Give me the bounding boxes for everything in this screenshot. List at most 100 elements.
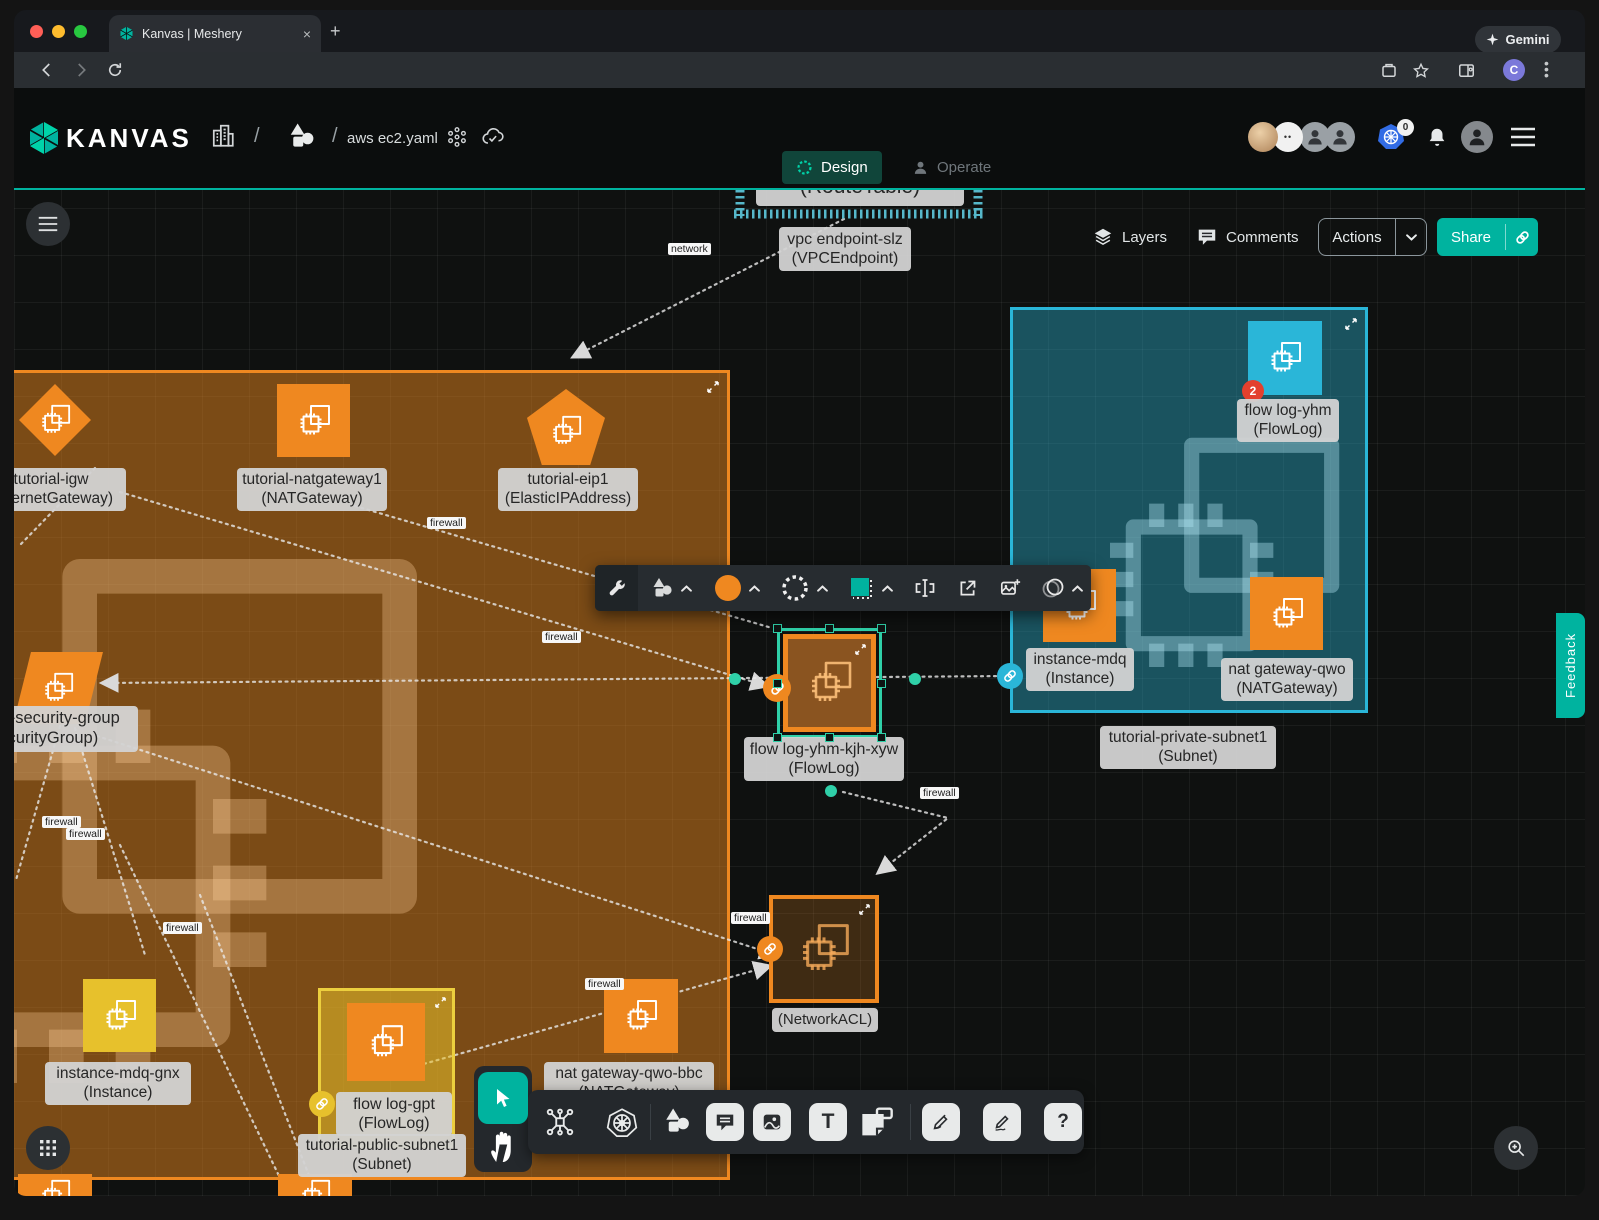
- node-instance-mdq-gnx[interactable]: [83, 979, 156, 1052]
- kubernetes-icon[interactable]: [606, 1107, 638, 1139]
- k8s-context-count-badge: 0: [1397, 119, 1414, 136]
- shapes-tool[interactable]: [662, 1106, 693, 1136]
- border-style-tool[interactable]: [771, 574, 838, 602]
- maximize-window-button[interactable]: [74, 25, 87, 38]
- container-style-tool[interactable]: [838, 575, 903, 601]
- profile-avatar[interactable]: C: [1503, 59, 1525, 81]
- mesh-sync-icon[interactable]: [545, 1107, 575, 1137]
- link-badge[interactable]: [997, 663, 1023, 689]
- gemini-button[interactable]: Gemini: [1475, 26, 1561, 53]
- actions-button[interactable]: Actions: [1318, 218, 1427, 256]
- selection-handle[interactable]: [825, 624, 834, 633]
- add-image-tool[interactable]: [989, 577, 1031, 599]
- node-network-acl[interactable]: [769, 895, 879, 1003]
- node-partial[interactable]: [278, 1174, 352, 1196]
- edge-label: firewall: [427, 517, 466, 529]
- pencil-tool[interactable]: [983, 1103, 1021, 1141]
- collapse-icon[interactable]: [435, 997, 446, 1008]
- collapse-icon[interactable]: [707, 381, 719, 393]
- bell-icon[interactable]: [1426, 125, 1448, 149]
- ripple-tool[interactable]: [1032, 576, 1091, 600]
- link-icon: [1514, 229, 1531, 246]
- feedback-tab[interactable]: Feedback: [1556, 613, 1585, 718]
- selection-handle[interactable]: [773, 733, 782, 742]
- chip-icon: [38, 403, 72, 437]
- node-nat-gateway-qwo[interactable]: [1250, 577, 1323, 650]
- selection-handle[interactable]: [877, 679, 886, 688]
- pan-tool[interactable]: [486, 1126, 518, 1171]
- operate-tab-label: Operate: [937, 159, 991, 176]
- open-in-new-tool[interactable]: [947, 578, 989, 599]
- apps-grid-button[interactable]: [26, 1126, 70, 1170]
- design-file-name[interactable]: aws ec2.yaml: [347, 130, 438, 147]
- bookmark-star-icon[interactable]: [1412, 62, 1430, 80]
- node-natgateway1[interactable]: [277, 384, 350, 457]
- side-panel-search-icon[interactable]: [1457, 62, 1476, 80]
- select-tool[interactable]: [478, 1072, 528, 1124]
- fill-color-tool[interactable]: [704, 575, 771, 601]
- comments-button[interactable]: Comments: [1196, 226, 1299, 248]
- collaborator-avatar[interactable]: [1300, 122, 1330, 152]
- wrench-icon: [607, 578, 627, 598]
- selection-handle[interactable]: [773, 624, 782, 633]
- shapes-icon[interactable]: [286, 121, 318, 151]
- shapes-tool[interactable]: [638, 576, 703, 600]
- tab-design[interactable]: Design: [782, 151, 882, 184]
- help-tool-glyph: ?: [1057, 1111, 1069, 1133]
- layers-button[interactable]: Layers: [1092, 226, 1167, 248]
- profile-button[interactable]: [1461, 121, 1493, 153]
- cloud-sync-icon[interactable]: [480, 126, 506, 148]
- design-canvas[interactable]: tutorial-igw(InternetGateway) tutorial-n…: [14, 190, 1585, 1196]
- link-badge[interactable]: [309, 1091, 335, 1117]
- selection-handle[interactable]: [877, 733, 886, 742]
- help-tool[interactable]: ?: [1044, 1103, 1082, 1141]
- collaborator-avatar-photo[interactable]: [1248, 122, 1278, 152]
- forward-icon[interactable]: [72, 61, 90, 79]
- shapes-icon: [650, 576, 675, 600]
- close-window-button[interactable]: [30, 25, 43, 38]
- organization-icon[interactable]: [210, 122, 236, 150]
- text-tool[interactable]: T: [809, 1103, 847, 1141]
- collapse-icon[interactable]: [855, 644, 866, 655]
- node-flow-log-selected[interactable]: [783, 634, 876, 732]
- reload-icon[interactable]: [106, 61, 124, 79]
- pen-tool[interactable]: [922, 1103, 960, 1141]
- save-icon[interactable]: [1380, 62, 1398, 80]
- guide-dot: [729, 673, 741, 685]
- person-icon: [1466, 126, 1488, 148]
- chip-icon: [102, 998, 138, 1034]
- selection-handle[interactable]: [773, 679, 782, 688]
- collapse-icon[interactable]: [859, 904, 870, 915]
- back-icon[interactable]: [38, 61, 56, 79]
- minimize-window-button[interactable]: [52, 25, 65, 38]
- node-label: tutorial-eip1(ElasticIPAddress): [498, 468, 638, 511]
- wrench-tool[interactable]: [595, 565, 638, 611]
- node-nat-gateway-qwo-bbc[interactable]: [604, 979, 678, 1053]
- copy-link-button[interactable]: [1506, 229, 1538, 246]
- share-button[interactable]: Share: [1437, 218, 1538, 256]
- rename-tool[interactable]: [903, 577, 946, 599]
- menu-icon[interactable]: [1510, 127, 1536, 147]
- chevron-up-icon: [749, 585, 760, 592]
- browser-tab[interactable]: Kanvas | Meshery ×: [109, 15, 321, 52]
- command-icon[interactable]: [446, 126, 468, 148]
- node-flow-log-gpt[interactable]: [347, 1003, 425, 1081]
- collapse-icon[interactable]: [1345, 318, 1357, 330]
- actions-dropdown-button[interactable]: [1396, 234, 1426, 241]
- note-tool[interactable]: [858, 1103, 896, 1141]
- canvas-menu-button[interactable]: [26, 202, 70, 246]
- kebab-menu-icon[interactable]: •••: [1544, 60, 1549, 78]
- tab-operate[interactable]: Operate: [898, 151, 1005, 184]
- image-tool[interactable]: [753, 1103, 791, 1141]
- tab-close-icon[interactable]: ×: [303, 26, 311, 42]
- link-badge[interactable]: [757, 936, 783, 962]
- app-logo-text[interactable]: KANVAS: [66, 123, 192, 154]
- node-label: tutorial-private-subnet1(Subnet): [1100, 726, 1276, 769]
- new-tab-button[interactable]: +: [330, 21, 341, 42]
- selection-handle[interactable]: [825, 733, 834, 742]
- zoom-button[interactable]: [1494, 1126, 1538, 1170]
- node-partial[interactable]: [18, 1174, 92, 1196]
- comment-tool[interactable]: [706, 1103, 744, 1141]
- kanvas-logo-icon[interactable]: [28, 121, 60, 155]
- selection-handle[interactable]: [877, 624, 886, 633]
